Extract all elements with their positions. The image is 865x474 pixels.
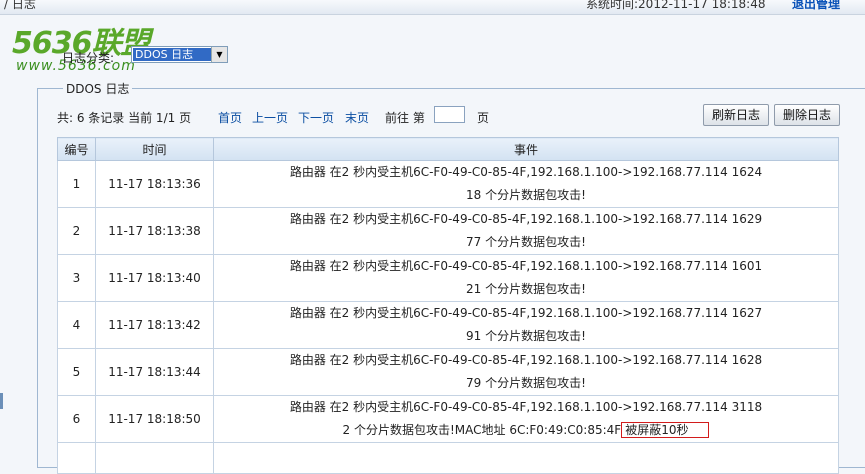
- top-header: / 日志 系统时间:2012-11-17 18:18:48 退出管理: [0, 0, 865, 15]
- event-line-1: 路由器 在2 秒内受主机6C-F0-49-C0-85-4F,192.168.1.…: [289, 400, 763, 414]
- row-event: 路由器 在2 秒内受主机6C-F0-49-C0-85-4F,192.168.1.…: [213, 348, 839, 396]
- chevron-down-icon[interactable]: ▼: [211, 47, 227, 62]
- row-event: 路由器 在2 秒内受主机6C-F0-49-C0-85-4F,192.168.1.…: [213, 254, 839, 302]
- row-id: 4: [57, 301, 96, 349]
- row-id: 5: [57, 348, 96, 396]
- log-type-label: 日志分类:: [62, 51, 115, 65]
- event-line-1: 路由器 在2 秒内受主机6C-F0-49-C0-85-4F,192.168.1.…: [289, 259, 763, 273]
- row-id: 6: [57, 395, 96, 443]
- event-line-2: 18 个分片数据包攻击!: [466, 188, 586, 202]
- pager-last-link[interactable]: 末页: [345, 109, 369, 126]
- table-row-empty: [57, 442, 839, 474]
- log-type-selected: DDOS 日志: [133, 48, 213, 61]
- row-event: 路由器 在2 秒内受主机6C-F0-49-C0-85-4F,192.168.1.…: [213, 160, 839, 208]
- row-time: 11-17 18:13:36: [95, 160, 214, 208]
- logout-link[interactable]: 退出管理: [792, 0, 840, 12]
- blocked-highlight: 被屏蔽10秒: [621, 422, 710, 438]
- row-time: 11-17 18:13:40: [95, 254, 214, 302]
- row-id: 3: [57, 254, 96, 302]
- column-header-time: 时间: [95, 137, 214, 161]
- event-line-1: 路由器 在2 秒内受主机6C-F0-49-C0-85-4F,192.168.1.…: [289, 353, 763, 367]
- event-line-2: 79 个分片数据包攻击!: [466, 376, 586, 390]
- row-time: 11-17 18:13:38: [95, 207, 214, 255]
- event-line-2: 2 个分片数据包攻击!MAC地址 6C:F0:49:C0:85:4F 被屏蔽10秒: [214, 419, 838, 442]
- table-row: 1 11-17 18:13:36 路由器 在2 秒内受主机6C-F0-49-C0…: [57, 160, 839, 208]
- row-event: 路由器 在2 秒内受主机6C-F0-49-C0-85-4F,192.168.1.…: [213, 301, 839, 349]
- column-header-event: 事件: [213, 137, 839, 161]
- table-row: 3 11-17 18:13:40 路由器 在2 秒内受主机6C-F0-49-C0…: [57, 254, 839, 302]
- row-id: 1: [57, 160, 96, 208]
- event-line-1: 路由器 在2 秒内受主机6C-F0-49-C0-85-4F,192.168.1.…: [289, 212, 763, 226]
- delete-log-button[interactable]: 删除日志: [774, 104, 840, 126]
- event-line-2: 91 个分片数据包攻击!: [466, 329, 586, 343]
- system-time: 系统时间:2012-11-17 18:18:48: [586, 0, 766, 11]
- table-header-row: 编号 时间 事件: [57, 137, 839, 161]
- event-line-2: 77 个分片数据包攻击!: [466, 235, 586, 249]
- breadcrumb: / 日志: [4, 0, 36, 11]
- row-time: 11-17 18:13:42: [95, 301, 214, 349]
- empty-cell: [213, 442, 839, 474]
- pager-goto-prefix: 前往 第: [385, 111, 425, 125]
- event-line-2-text: 2 个分片数据包攻击!MAC地址 6C:F0:49:C0:85:4F: [342, 423, 622, 437]
- column-header-id: 编号: [57, 137, 96, 161]
- event-line-2: 21 个分片数据包攻击!: [466, 282, 586, 296]
- row-event: 路由器 在2 秒内受主机6C-F0-49-C0-85-4F,192.168.1.…: [213, 207, 839, 255]
- pager-prev-link[interactable]: 上一页: [252, 109, 288, 126]
- pager-first-link[interactable]: 首页: [218, 109, 242, 126]
- row-time: 11-17 18:13:44: [95, 348, 214, 396]
- ddos-log-table: 编号 时间 事件 1 11-17 18:13:36 路由器 在2 秒内受主机6C…: [57, 137, 839, 474]
- pager-summary: 共: 6 条记录 当前 1/1 页: [57, 111, 192, 125]
- left-scroll-marker: [0, 393, 3, 409]
- table-row: 2 11-17 18:13:38 路由器 在2 秒内受主机6C-F0-49-C0…: [57, 207, 839, 255]
- log-type-select[interactable]: DDOS 日志 ▼: [131, 46, 228, 63]
- row-id: 2: [57, 207, 96, 255]
- empty-cell: [57, 442, 96, 474]
- table-row: 6 11-17 18:18:50 路由器 在2 秒内受主机6C-F0-49-C0…: [57, 395, 839, 443]
- pager-goto-suffix: 页: [477, 111, 490, 125]
- table-row: 4 11-17 18:13:42 路由器 在2 秒内受主机6C-F0-49-C0…: [57, 301, 839, 349]
- event-line-1: 路由器 在2 秒内受主机6C-F0-49-C0-85-4F,192.168.1.…: [289, 165, 763, 179]
- table-row: 5 11-17 18:13:44 路由器 在2 秒内受主机6C-F0-49-C0…: [57, 348, 839, 396]
- row-time: 11-17 18:18:50: [95, 395, 214, 443]
- empty-cell: [95, 442, 214, 474]
- panel-legend: DDOS 日志: [63, 80, 133, 97]
- pager-next-link[interactable]: 下一页: [298, 109, 334, 126]
- page-number-input[interactable]: [434, 106, 465, 123]
- event-line-1: 路由器 在2 秒内受主机6C-F0-49-C0-85-4F,192.168.1.…: [289, 306, 763, 320]
- row-event: 路由器 在2 秒内受主机6C-F0-49-C0-85-4F,192.168.1.…: [213, 395, 839, 443]
- refresh-log-button[interactable]: 刷新日志: [703, 104, 769, 126]
